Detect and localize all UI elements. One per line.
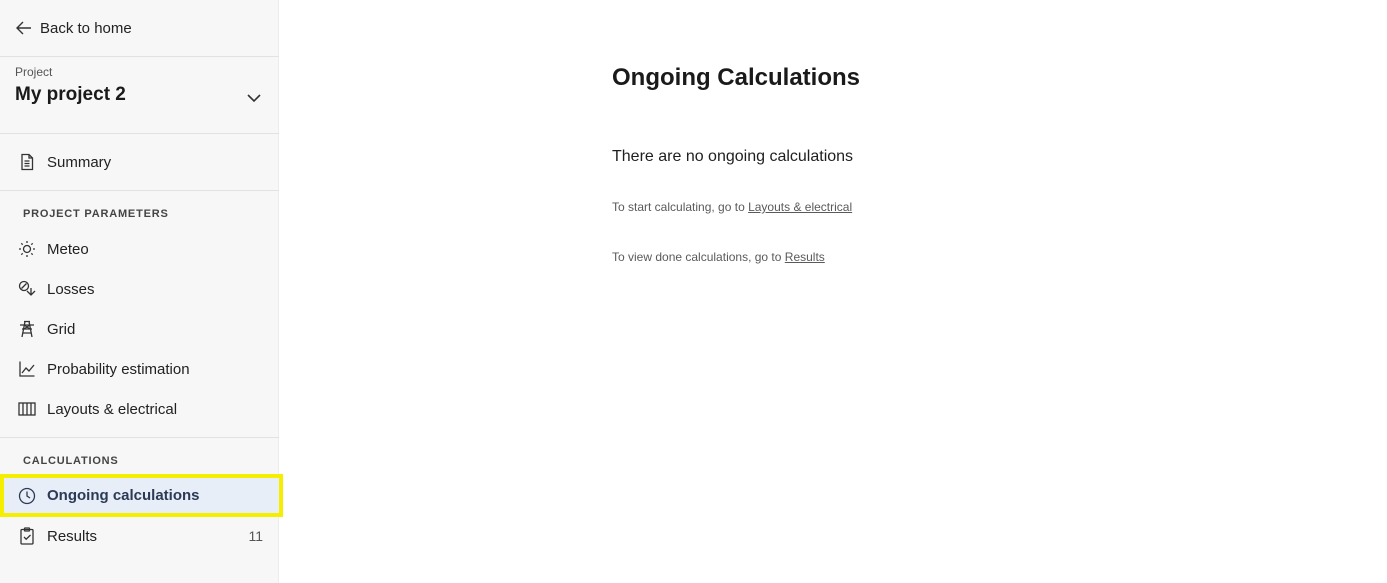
columns-icon	[18, 402, 36, 416]
layouts-electrical-link[interactable]: Layouts & electrical	[748, 200, 852, 214]
start-calculating-text: To start calculating, go to	[612, 200, 749, 214]
sidebar-item-probability-estimation[interactable]: Probability estimation	[0, 349, 279, 389]
sidebar-item-summary[interactable]: Summary	[0, 142, 279, 182]
results-count-badge: 11	[248, 528, 263, 544]
sidebar-item-grid[interactable]: Grid	[0, 309, 279, 349]
line-chart-icon	[19, 361, 35, 377]
sidebar-item-label: Losses	[47, 280, 95, 298]
clipboard-check-icon	[20, 527, 34, 545]
results-link[interactable]: Results	[785, 250, 825, 264]
section-header-project-parameters: PROJECT PARAMETERS	[23, 208, 169, 220]
sidebar-item-label: Grid	[47, 320, 76, 338]
sidebar: Back to home Project My project 2 Summar…	[0, 0, 283, 583]
transmission-tower-icon	[20, 320, 34, 338]
back-to-home-label: Back to home	[40, 19, 132, 37]
divider	[0, 437, 279, 438]
sun-icon	[19, 241, 35, 257]
chevron-down-icon	[247, 94, 261, 103]
sidebar-item-label: Summary	[47, 153, 112, 171]
page-title: Ongoing Calculations	[612, 64, 861, 91]
view-results-text: To view done calculations, go to	[612, 250, 785, 264]
sidebar-item-losses[interactable]: Losses	[0, 269, 279, 309]
back-to-home-link[interactable]: Back to home	[0, 0, 279, 57]
divider	[0, 190, 279, 191]
start-calculating-hint: To start calculating, go to Layouts & el…	[612, 200, 852, 214]
project-selector[interactable]: Project My project 2	[0, 57, 279, 134]
sidebar-item-label: Probability estimation	[47, 360, 190, 378]
sidebar-item-label: Ongoing calculations	[47, 487, 200, 504]
sidebar-item-layouts-electrical[interactable]: Layouts & electrical	[0, 389, 279, 429]
section-header-calculations: CALCULATIONS	[23, 455, 119, 467]
view-results-hint: To view done calculations, go to Results	[612, 250, 825, 264]
empty-state-message: There are no ongoing calculations	[612, 148, 854, 165]
sidebar-item-results[interactable]: Results 11	[0, 516, 279, 556]
sidebar-item-label: Results	[47, 527, 98, 545]
sidebar-item-meteo[interactable]: Meteo	[0, 229, 279, 269]
sidebar-item-ongoing-calculations[interactable]: Ongoing calculations	[0, 474, 283, 517]
project-name: My project 2	[15, 84, 126, 105]
sidebar-item-label: Meteo	[47, 240, 89, 258]
clock-icon	[18, 487, 36, 504]
document-icon	[21, 153, 34, 171]
sidebar-item-label: Layouts & electrical	[47, 400, 178, 418]
arrow-left-icon	[16, 21, 31, 35]
project-label: Project	[15, 65, 53, 79]
losses-icon	[18, 280, 36, 296]
